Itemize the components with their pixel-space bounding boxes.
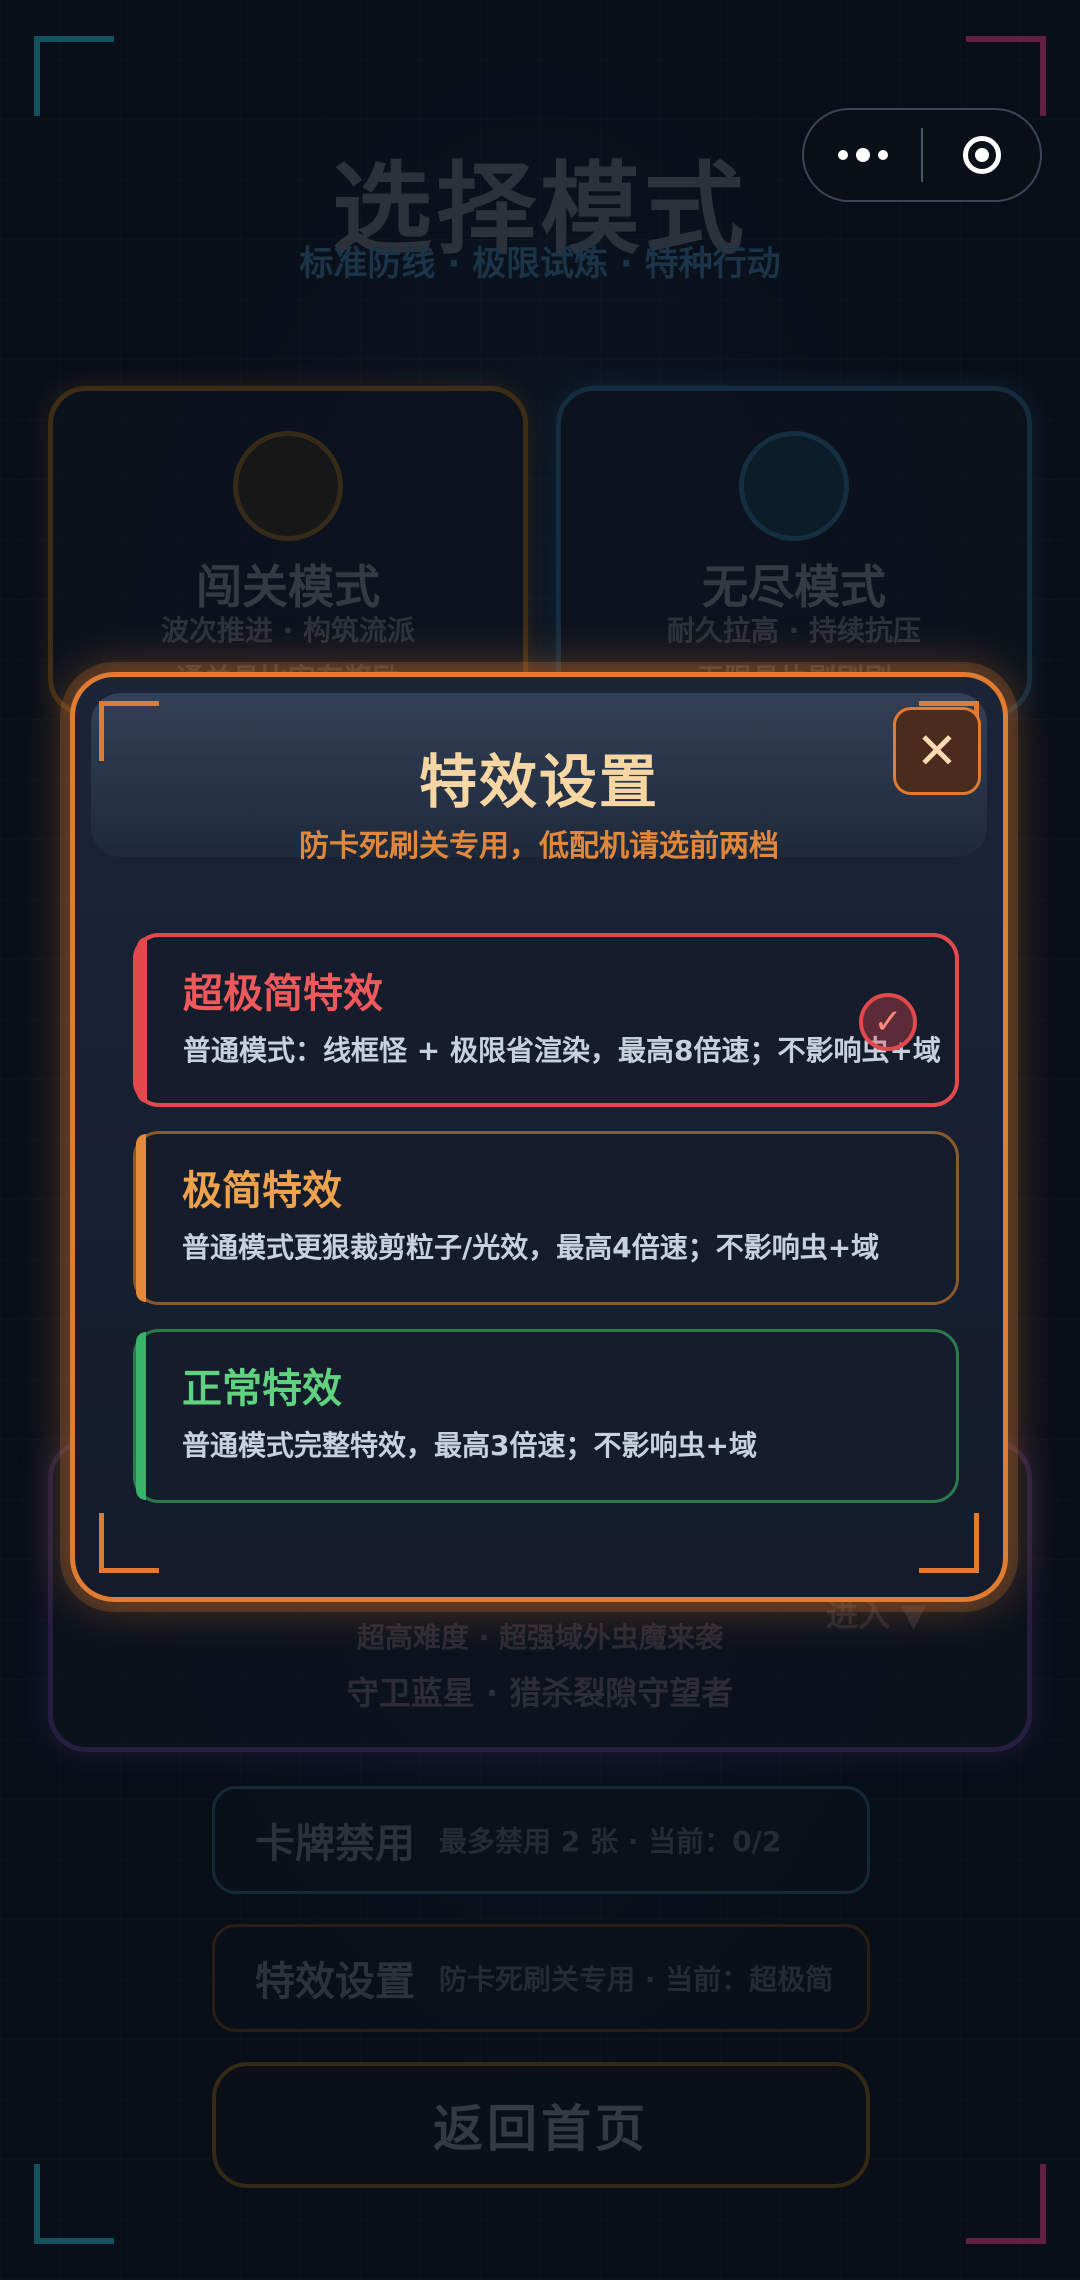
close-button[interactable]: ✕: [893, 707, 981, 795]
option-description: 普通模式更狠裁剪粒子/光效，最高4倍速；不影响虫+域: [182, 1231, 880, 1264]
option-accent-bar: [136, 1134, 146, 1302]
dialog-corner: [919, 1513, 979, 1573]
selected-check-icon: ✓: [859, 993, 917, 1051]
option-minimal-effects[interactable]: 极简特效 普通模式更狠裁剪粒子/光效，最高4倍速；不影响虫+域: [133, 1131, 959, 1305]
dialog-title: 特效设置: [418, 748, 659, 816]
option-normal-effects[interactable]: 正常特效 普通模式完整特效，最高3倍速；不影响虫+域: [133, 1329, 959, 1503]
option-title: 正常特效: [182, 1366, 342, 1412]
option-accent-bar: [136, 1332, 146, 1500]
option-description: 普通模式：线框怪 + 极限省渲染，最高8倍速；不影响虫+域: [183, 1034, 941, 1067]
option-title: 超极简特效: [183, 971, 383, 1017]
option-title: 极简特效: [182, 1168, 342, 1214]
option-description: 普通模式完整特效，最高3倍速；不影响虫+域: [182, 1429, 757, 1462]
mini-program-capsule: [802, 108, 1042, 202]
effects-settings-dialog: 特效设置 防卡死刷关专用，低配机请选前两档 ✕ 超极简特效 普通模式：线框怪 +…: [70, 672, 1008, 1602]
option-accent-bar: [137, 937, 147, 1103]
dialog-subtitle: 防卡死刷关专用，低配机请选前两档: [299, 829, 779, 864]
target-circle-icon[interactable]: [923, 110, 1040, 200]
more-dots-icon[interactable]: [804, 110, 921, 200]
option-ultra-minimal-effects[interactable]: 超极简特效 普通模式：线框怪 + 极限省渲染，最高8倍速；不影响虫+域 ✓: [133, 933, 959, 1107]
dialog-corner: [99, 1513, 159, 1573]
